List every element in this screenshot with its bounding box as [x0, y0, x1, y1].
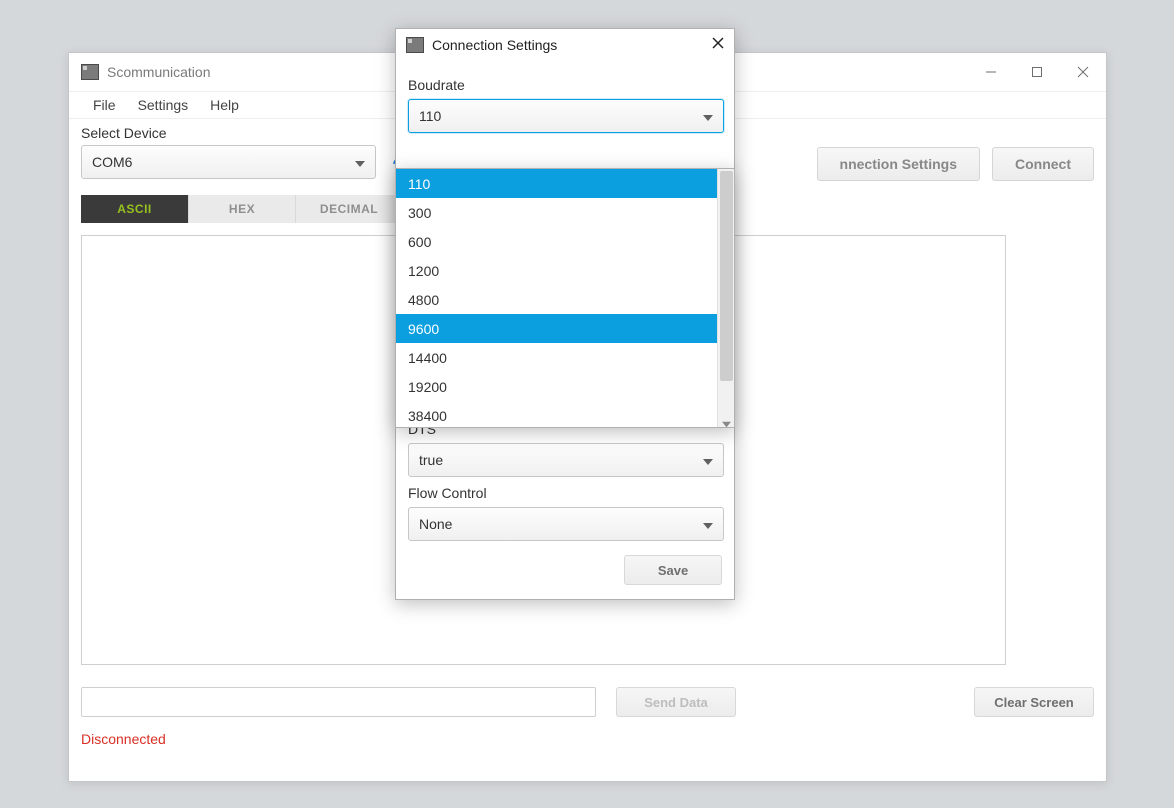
- save-button[interactable]: Save: [624, 555, 722, 585]
- device-combobox[interactable]: COM6: [81, 145, 376, 179]
- send-data-button[interactable]: Send Data: [616, 687, 736, 717]
- chevron-down-icon: [355, 154, 365, 170]
- dropdown-item[interactable]: 1200: [396, 256, 717, 285]
- clear-screen-label: Clear Screen: [994, 695, 1074, 710]
- status-text: Disconnected: [81, 731, 1094, 747]
- close-button[interactable]: [1060, 56, 1106, 88]
- scrollbar-thumb[interactable]: [720, 171, 733, 381]
- dropdown-item[interactable]: 4800: [396, 285, 717, 314]
- baudrate-combobox[interactable]: 110: [408, 99, 724, 133]
- connection-settings-label: nnection Settings: [840, 156, 957, 172]
- dropdown-items: 1103006001200480096001440019200384005760…: [396, 169, 717, 427]
- dropdown-item[interactable]: 14400: [396, 343, 717, 372]
- dropdown-scrollbar[interactable]: [717, 169, 734, 427]
- clear-screen-button[interactable]: Clear Screen: [974, 687, 1094, 717]
- window-controls: [968, 56, 1106, 88]
- main-title-left: Scommunication: [81, 64, 211, 80]
- app-icon: [81, 64, 99, 80]
- dts-value: true: [419, 452, 443, 468]
- dialog-titlebar[interactable]: Connection Settings: [396, 29, 734, 61]
- chevron-down-icon: [703, 516, 713, 532]
- select-device-group: Select Device COM6: [81, 125, 376, 179]
- chevron-down-icon: [703, 452, 713, 468]
- baudrate-value: 110: [419, 108, 441, 124]
- connection-settings-button[interactable]: nnection Settings: [817, 147, 980, 181]
- tab-hex-label: HEX: [229, 202, 255, 216]
- tab-decimal-label: DECIMAL: [320, 202, 378, 216]
- dialog-title-left: Connection Settings: [406, 37, 557, 53]
- dropdown-item[interactable]: 38400: [396, 401, 717, 427]
- select-device-label: Select Device: [81, 125, 376, 141]
- menu-help[interactable]: Help: [210, 97, 239, 113]
- dropdown-item[interactable]: 300: [396, 198, 717, 227]
- menu-file[interactable]: File: [93, 97, 116, 113]
- chevron-down-icon: [703, 108, 713, 124]
- dropdown-item[interactable]: 19200: [396, 372, 717, 401]
- dropdown-item[interactable]: 600: [396, 227, 717, 256]
- send-input[interactable]: [81, 687, 596, 717]
- dropdown-item[interactable]: 110: [396, 169, 717, 198]
- menu-settings[interactable]: Settings: [138, 97, 189, 113]
- bottom-row: Send Data Clear Screen: [81, 687, 1094, 717]
- send-data-label: Send Data: [644, 695, 708, 710]
- right-actions: nnection Settings Connect: [817, 147, 1094, 181]
- maximize-button[interactable]: [1014, 56, 1060, 88]
- dropdown-item[interactable]: 9600: [396, 314, 717, 343]
- tab-decimal[interactable]: DECIMAL: [295, 195, 402, 223]
- dts-combobox[interactable]: true: [408, 443, 724, 477]
- tab-hex[interactable]: HEX: [188, 195, 295, 223]
- save-label: Save: [658, 563, 688, 578]
- dialog-save-row: Save: [408, 555, 722, 585]
- baudrate-dropdown[interactable]: 1103006001200480096001440019200384005760…: [395, 168, 735, 428]
- baudrate-label: Boudrate: [408, 77, 722, 93]
- tab-ascii[interactable]: ASCII: [81, 195, 188, 223]
- main-title: Scommunication: [107, 64, 211, 80]
- flow-control-value: None: [419, 516, 452, 532]
- dialog-close-button[interactable]: [712, 36, 724, 54]
- minimize-button[interactable]: [968, 56, 1014, 88]
- scrollbar-down-icon[interactable]: [722, 416, 731, 425]
- connect-label: Connect: [1015, 156, 1071, 172]
- connect-button[interactable]: Connect: [992, 147, 1094, 181]
- tab-ascii-label: ASCII: [117, 202, 152, 216]
- dialog-app-icon: [406, 37, 424, 53]
- flow-control-combobox[interactable]: None: [408, 507, 724, 541]
- device-value: COM6: [92, 154, 132, 170]
- dialog-title: Connection Settings: [432, 37, 557, 53]
- flow-control-label: Flow Control: [408, 485, 722, 501]
